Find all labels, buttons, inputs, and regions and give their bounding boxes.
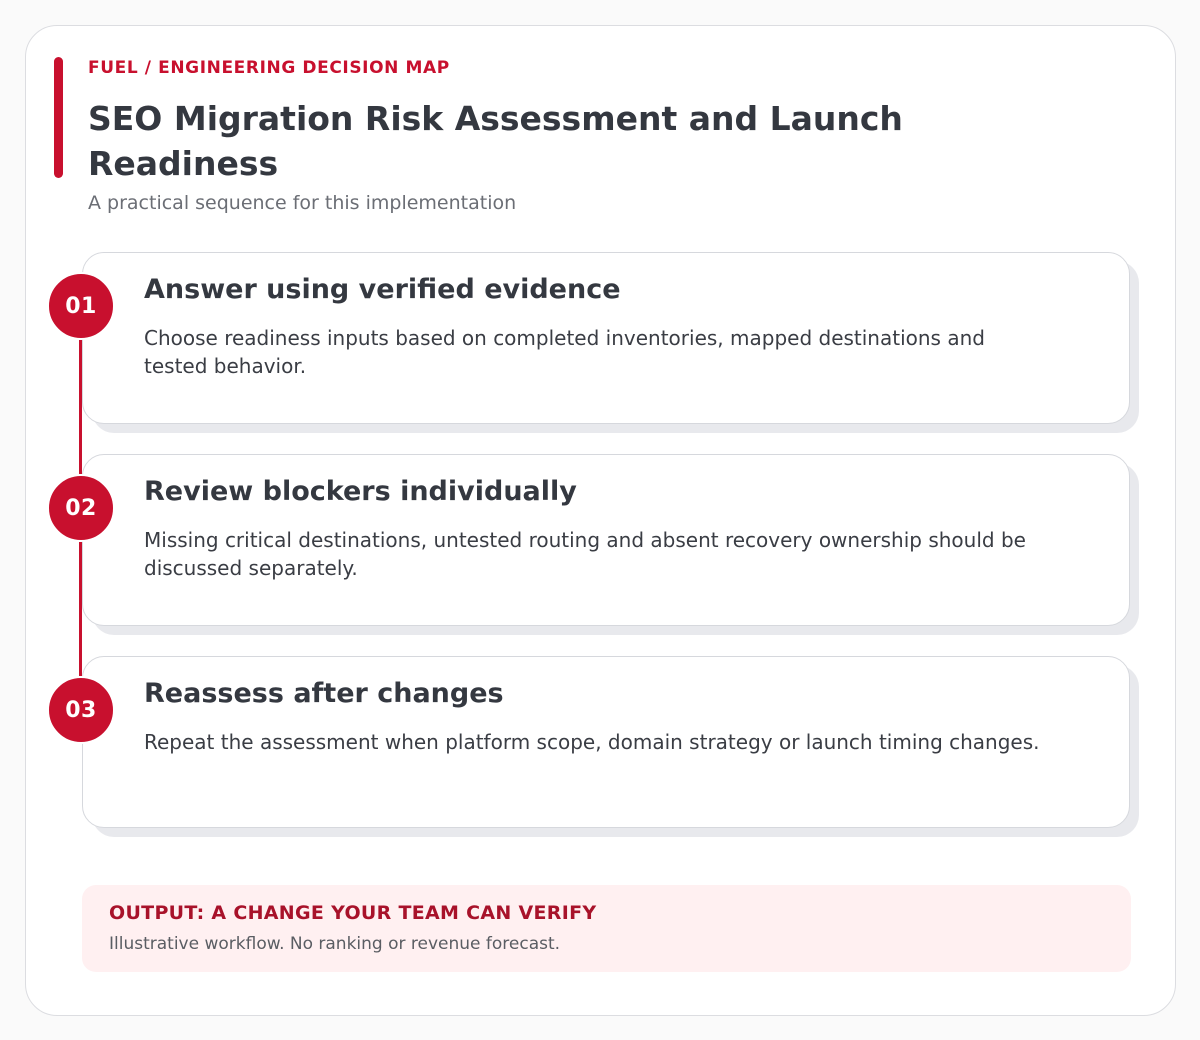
output-note: Illustrative workflow. No ranking or rev… <box>109 934 561 954</box>
step-3-description: Repeat the assessment when platform scop… <box>144 730 1040 754</box>
header-accent-bar <box>54 57 63 178</box>
step-2-description: Missing critical destinations, untested … <box>144 528 1026 580</box>
step-1-title: Answer using verified evidence <box>144 274 621 305</box>
step-2-title: Review blockers individually <box>144 476 577 507</box>
page-subtitle: A practical sequence for this implementa… <box>88 192 517 214</box>
step-1-number-badge: 01 <box>47 272 115 340</box>
step-2-number-badge: 02 <box>47 474 115 542</box>
page-title: SEO Migration Risk Assessment and Launch… <box>88 99 903 183</box>
step-3-number-badge: 03 <box>47 676 115 744</box>
eyebrow-label: FUEL / ENGINEERING DECISION MAP <box>88 58 450 78</box>
output-callout <box>82 885 1131 972</box>
step-3-title: Reassess after changes <box>144 678 504 709</box>
output-title: OUTPUT: A CHANGE YOUR TEAM CAN VERIFY <box>109 902 597 924</box>
step-1-description: Choose readiness inputs based on complet… <box>144 326 985 378</box>
